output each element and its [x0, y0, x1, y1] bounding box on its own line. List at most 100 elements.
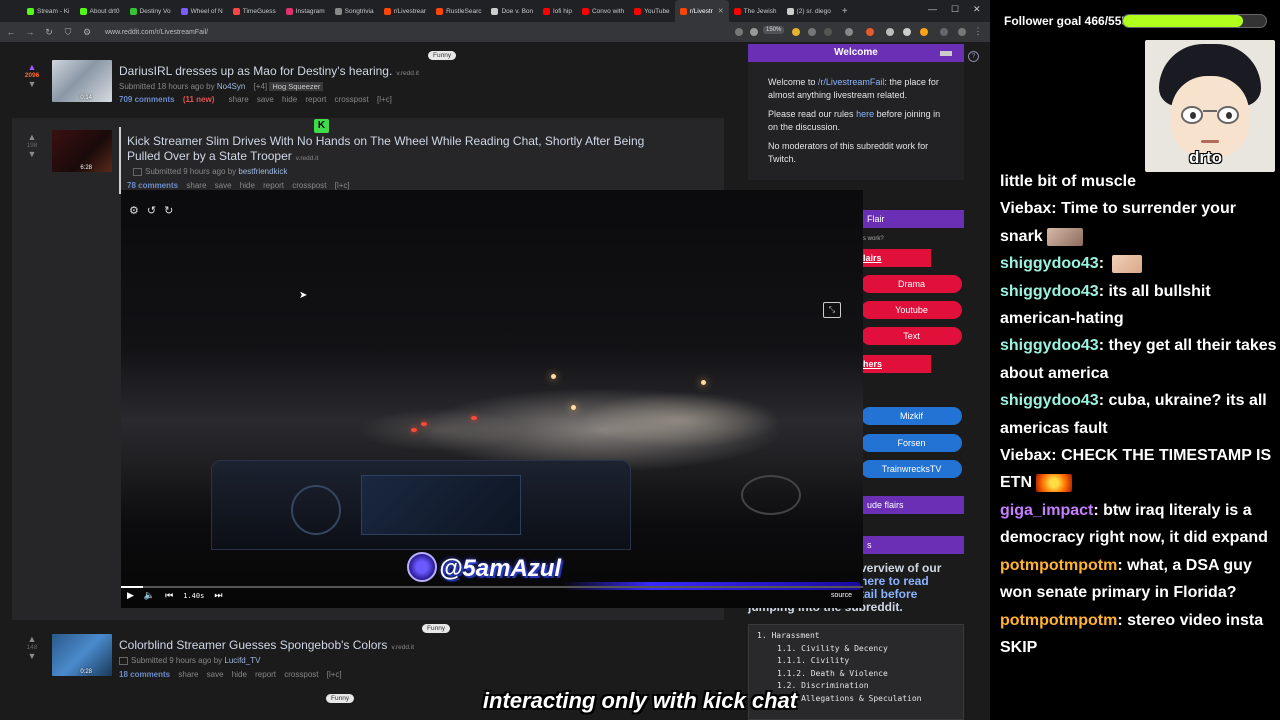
rule-item[interactable]: 1.1.1. Civility [757, 655, 955, 668]
url-input[interactable]: www.reddit.com/r/LivestreamFail/ [105, 29, 208, 36]
browser-tab[interactable]: Destiny Vo [125, 0, 176, 22]
lc-link[interactable]: [l+c] [377, 95, 392, 104]
lc-link[interactable]: [l+c] [335, 181, 350, 190]
extension-icon[interactable] [808, 28, 816, 36]
downvote-icon[interactable]: ▼ [24, 651, 40, 661]
browser-tab[interactable]: TimeGuess [228, 0, 281, 22]
downvote-icon[interactable]: ▼ [24, 149, 40, 159]
chat-username[interactable]: Viebax [1000, 200, 1051, 217]
post-author[interactable]: Lucifd_TV [224, 656, 260, 665]
browser-tab[interactable]: Stream - Ki [22, 0, 75, 22]
browser-tab[interactable]: Wheel of N [176, 0, 228, 22]
chat-username[interactable]: shiggydoo43 [1000, 255, 1099, 272]
share-link[interactable]: share [186, 181, 206, 190]
extension-icon[interactable] [750, 28, 758, 36]
flair-filter-mizkif[interactable]: Mizkif [861, 407, 962, 425]
help-icon[interactable]: ? [968, 51, 979, 62]
flair-filter-forsen[interactable]: Forsen [861, 434, 962, 452]
extension-icon[interactable] [886, 28, 894, 36]
skip-back-icon[interactable]: ⏮ [165, 590, 173, 601]
rule-item[interactable]: 1.1. Civility & Decency [757, 643, 955, 656]
hide-link[interactable]: hide [240, 181, 255, 190]
rule-item[interactable]: 1. Harassment [757, 630, 955, 643]
volume-icon[interactable]: 🔈 [144, 590, 155, 601]
chat-username[interactable]: shiggydoo43 [1000, 283, 1099, 300]
extension-icon[interactable] [940, 28, 948, 36]
extension-icon[interactable] [792, 28, 800, 36]
flair-filter-trainwreckstv[interactable]: TrainwrecksTV [861, 460, 962, 478]
hide-link[interactable]: hide [232, 670, 247, 679]
post-title[interactable]: DariusIRL dresses up as Mao for Destiny'… [119, 64, 419, 78]
flair-filter-text[interactable]: Text [861, 327, 962, 345]
collapse-toggle[interactable] [940, 51, 952, 56]
upvote-icon[interactable]: ▲ [24, 634, 40, 644]
progress-bar[interactable] [121, 586, 863, 588]
site-settings-icon[interactable]: ⚙ [82, 27, 92, 38]
save-link[interactable]: save [215, 181, 232, 190]
browser-tab[interactable]: Doe v. Bon [486, 0, 538, 22]
thumbnail[interactable]: 6:28 [52, 130, 112, 172]
extension-icon[interactable] [824, 28, 832, 36]
chat-username[interactable]: Viebax [1000, 447, 1051, 464]
back-icon[interactable]: ← [6, 27, 16, 37]
browser-tab[interactable]: r/Livestrear [379, 0, 432, 22]
save-link[interactable]: save [207, 670, 224, 679]
zoom-badge[interactable]: 150% [763, 26, 785, 34]
maximize-icon[interactable]: ☐ [951, 4, 959, 15]
rules-detail-link[interactable]: here to read [860, 574, 929, 588]
crosspost-link[interactable]: crosspost [335, 95, 369, 104]
browser-tab[interactable]: Instagram [281, 0, 330, 22]
post-author[interactable]: No4Syn [217, 82, 245, 91]
extension-icon[interactable] [735, 28, 743, 36]
extension-icon[interactable] [920, 28, 928, 36]
shield-icon[interactable]: ⛉ [63, 27, 73, 38]
comments-link[interactable]: 78 comments [127, 181, 178, 190]
profile-icon[interactable] [958, 28, 966, 36]
browser-tab[interactable]: (2) sr. diego [782, 0, 836, 22]
thumbnail[interactable]: 0:14 [52, 60, 112, 102]
subreddit-link[interactable]: /r/LivestreamFail [818, 77, 885, 87]
chat-username[interactable]: shiggydoo43 [1000, 337, 1099, 354]
downvote-icon[interactable]: ▼ [24, 79, 40, 89]
hide-link[interactable]: hide [282, 95, 297, 104]
upvote-icon[interactable]: ▲ [24, 132, 40, 142]
close-window-icon[interactable]: ✕ [973, 4, 981, 15]
post-domain[interactable]: v.redd.it [391, 644, 414, 651]
lc-link[interactable]: [l+c] [327, 670, 342, 679]
crosspost-link[interactable]: crosspost [292, 181, 326, 190]
chat-username[interactable]: potmpotmpotm [1000, 557, 1117, 574]
browser-tab[interactable]: Songtrivia [330, 0, 379, 22]
close-tab-icon[interactable]: ✕ [718, 7, 724, 15]
post-title[interactable]: Kick Streamer Slim Drives With No Hands … [127, 134, 644, 163]
share-link[interactable]: share [229, 95, 249, 104]
exclude-flairs-header[interactable]: ude flairs [863, 496, 964, 514]
forward-icon[interactable]: → [25, 27, 35, 37]
crosspost-link[interactable]: crosspost [284, 670, 318, 679]
save-link[interactable]: save [257, 95, 274, 104]
menu-icon[interactable]: ⋮ [973, 26, 983, 37]
rules-link[interactable]: here [856, 109, 874, 119]
post-tag[interactable]: Funny [428, 51, 457, 60]
browser-tab[interactable]: RustleSearc [431, 0, 486, 22]
browser-tab[interactable]: lofi hip [538, 0, 577, 22]
report-link[interactable]: report [263, 181, 284, 190]
post-title[interactable]: Colorblind Streamer Guesses Spongebob's … [119, 638, 414, 652]
settings-icon[interactable]: ⚙ [129, 204, 139, 217]
comments-link[interactable]: 709 comments (11 new) [119, 95, 220, 104]
report-link[interactable]: report [305, 95, 326, 104]
rewind-icon[interactable]: ↺ [147, 204, 156, 217]
skip-forward-icon[interactable]: ⏭ [214, 590, 222, 601]
upvote-icon[interactable]: ▲ [24, 62, 40, 72]
post-domain[interactable]: v.redd.it [396, 70, 419, 77]
chat-username[interactable]: potmpotmpotm [1000, 612, 1117, 629]
reload-icon[interactable]: ↻ [44, 27, 54, 38]
flair-filter-youtube[interactable]: Youtube [861, 301, 962, 319]
source-link[interactable]: source [831, 592, 852, 599]
extension-icon[interactable] [845, 28, 853, 36]
new-tab-icon[interactable]: + [842, 6, 848, 17]
report-link[interactable]: report [255, 670, 276, 679]
share-link[interactable]: share [178, 670, 198, 679]
extension-icon[interactable] [866, 28, 874, 36]
browser-tab[interactable]: The Jewish [729, 0, 782, 22]
browser-tab[interactable]: Convo with [577, 0, 629, 22]
